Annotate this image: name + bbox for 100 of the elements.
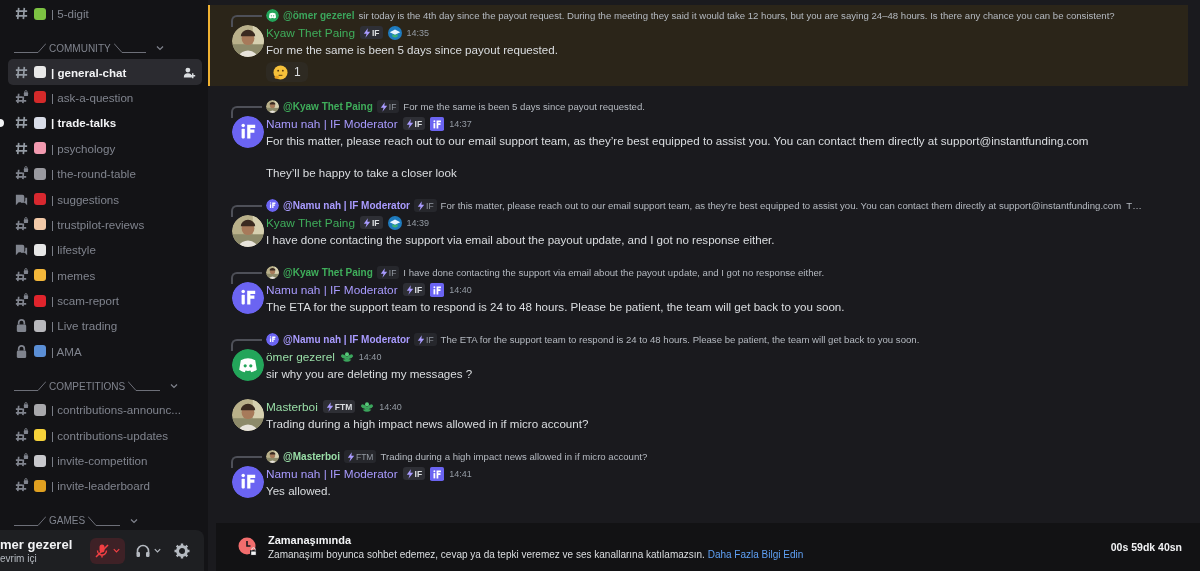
ornament-line	[128, 381, 161, 392]
clock-lock-icon	[238, 537, 258, 557]
discord-avatar	[266, 9, 279, 22]
bolt-icon	[417, 334, 425, 345]
logo-avatar	[266, 333, 279, 346]
channel-item[interactable]: | trustpilot-reviews	[8, 211, 202, 238]
thinking-emoji-icon	[273, 64, 288, 80]
timestamp: 14:35	[406, 27, 430, 38]
bolt-icon	[417, 200, 425, 211]
logo-badge-icon	[430, 116, 445, 131]
channel-item[interactable]: | contributions-updates	[8, 422, 202, 448]
logo-avatar	[232, 466, 264, 498]
channel-item[interactable]: | memes	[8, 262, 202, 288]
caret-icon	[112, 546, 121, 555]
channel-item[interactable]: | 5-digit	[8, 1, 202, 27]
logo-avatar	[266, 199, 279, 212]
reply-author[interactable]: @Kyaw Thet Paing	[283, 267, 373, 278]
message-text: Yes allowed.	[266, 483, 332, 499]
logo-badge-icon	[430, 466, 445, 481]
lock-icon	[14, 343, 29, 359]
reply-preview[interactable]: I have done contacting the support via email about the payout update, and I got no response either.	[403, 267, 825, 278]
add-member-icon[interactable]	[183, 65, 196, 79]
category-label[interactable]: GAMES	[49, 515, 86, 527]
author-name[interactable]: ömer gezerel	[266, 349, 335, 364]
locked-hash-icon	[14, 453, 29, 469]
reply-preview[interactable]: For this matter, please reach out to our email support team, as they’re best equipped to assist you. You can contact them directly at support@instantfunding.com T…	[440, 200, 1142, 211]
timestamp: 14:40	[358, 351, 382, 362]
locked-hash-icon	[14, 402, 29, 418]
learn-more-link[interactable]: Daha Fazla Bilgi Edin	[707, 549, 804, 560]
channel-item[interactable]: | scam-report	[8, 287, 202, 314]
author-name[interactable]: Namu nah | IF Moderator	[266, 116, 398, 131]
locked-hash-icon	[14, 267, 29, 283]
bolt-icon	[379, 267, 388, 278]
lock-icon	[14, 318, 29, 334]
reply-preview[interactable]: sir today is the 4th day since the payout request. During the meeting they said it would take 12 hours, but you are saying 24–48 hours. Is there any chance you can be consistent?	[358, 10, 1115, 21]
tag-label: IF	[414, 468, 423, 479]
reply-preview[interactable]: The ETA for the support team to respond is 24 to 48 hours. Please be patient, the team will get back to you soon.	[440, 334, 920, 345]
channel-item[interactable]: | general-chat	[8, 59, 202, 85]
bolt-icon	[362, 217, 371, 228]
user-status: evrim içi	[0, 553, 38, 564]
channel-item[interactable]: | ask-a-question	[8, 84, 202, 111]
message-text: I have done contacting the support via email about the payout update, and I got no response either.	[266, 232, 776, 248]
locked-hash-icon	[14, 478, 29, 494]
author-name[interactable]: Namu nah | IF Moderator	[266, 282, 398, 297]
channel-item[interactable]: | contributions-announc...	[8, 397, 202, 423]
author-name[interactable]: Kyaw Thet Paing	[266, 25, 355, 40]
bolt-icon	[362, 27, 371, 38]
forum-icon	[14, 242, 29, 258]
timeout-title: Zamanaşımında	[268, 534, 353, 546]
reaction-chip[interactable]: 1	[266, 62, 308, 82]
hash-icon	[14, 64, 29, 80]
timestamp: 14:41	[449, 468, 472, 479]
author-name[interactable]: Namu nah | IF Moderator	[266, 466, 398, 481]
graduation-cap-icon	[387, 25, 402, 40]
channel-item[interactable]: | trade-talks	[8, 110, 202, 136]
reply-author[interactable]: @Kyaw Thet Paing	[283, 101, 373, 112]
graduation-cap-icon	[387, 215, 402, 230]
caret-icon	[153, 546, 162, 555]
category-label[interactable]: COMPETITIONS	[49, 380, 126, 392]
tag-label: FTM	[334, 401, 353, 412]
channel-item[interactable]: | the-round-table	[8, 160, 202, 187]
ornament-line	[14, 515, 46, 526]
channel-item[interactable]: | invite-leaderboard	[8, 473, 202, 499]
locked-hash-icon	[14, 427, 29, 443]
settings-icon[interactable]	[174, 542, 190, 559]
channel-item[interactable]: | invite-competition	[8, 447, 202, 474]
timestamp: 14:40	[379, 401, 402, 412]
discord-avatar	[232, 349, 264, 381]
reply-author[interactable]: @Masterboi	[283, 451, 340, 462]
message-text: Trading during a high impact news allowed in if micro account?	[266, 416, 590, 432]
channel-item[interactable]: | psychology	[8, 135, 202, 161]
locked-hash-icon	[14, 166, 29, 182]
hash-icon	[14, 6, 29, 22]
hash-icon	[14, 115, 29, 131]
tag-label: IF	[426, 334, 434, 345]
reply-author[interactable]: @Namu nah | IF Moderator	[283, 200, 410, 211]
ornament-line	[14, 43, 46, 54]
ornament-line	[113, 43, 146, 54]
tag-label: IF	[414, 118, 423, 129]
locked-hash-icon	[14, 293, 29, 309]
channel-item[interactable]: | lifestyle	[8, 237, 202, 263]
reply-author[interactable]: @ömer gezerel	[283, 10, 355, 21]
message-text: For me the same is been 5 days since payout requested.	[266, 42, 559, 58]
mute-button[interactable]	[90, 537, 125, 564]
channel-item[interactable]: | AMA	[8, 338, 202, 365]
author-name[interactable]: Masterboi	[266, 399, 318, 414]
timestamp: 14:40	[449, 284, 472, 295]
channel-item[interactable]: | Live trading	[8, 313, 202, 339]
timeout-text: Zamanaşımı boyunca sohbet edemez, cevap ya da tepki veremez ve ses kanallarına katılamazsın. Daha Fazla Bilgi Edin	[268, 549, 805, 560]
reply-preview[interactable]: Trading during a high impact news allowed in if micro account?	[380, 451, 648, 462]
reply-author[interactable]: @Namu nah | IF Moderator	[283, 334, 410, 345]
tag-label: IF	[388, 101, 397, 112]
message-text: sir why you are deleting my messages ?	[266, 366, 474, 382]
message-text: They’ll be happy to take a closer look	[266, 165, 458, 181]
locked-hash-icon	[14, 89, 29, 105]
reply-preview[interactable]: For me the same is been 5 days since payout requested.	[403, 101, 645, 112]
tag-label: FTM	[356, 451, 374, 462]
category-label[interactable]: COMMUNITY	[49, 42, 111, 54]
channel-item[interactable]: | suggestions	[8, 186, 202, 212]
author-name[interactable]: Kyaw Thet Paing	[266, 215, 355, 230]
